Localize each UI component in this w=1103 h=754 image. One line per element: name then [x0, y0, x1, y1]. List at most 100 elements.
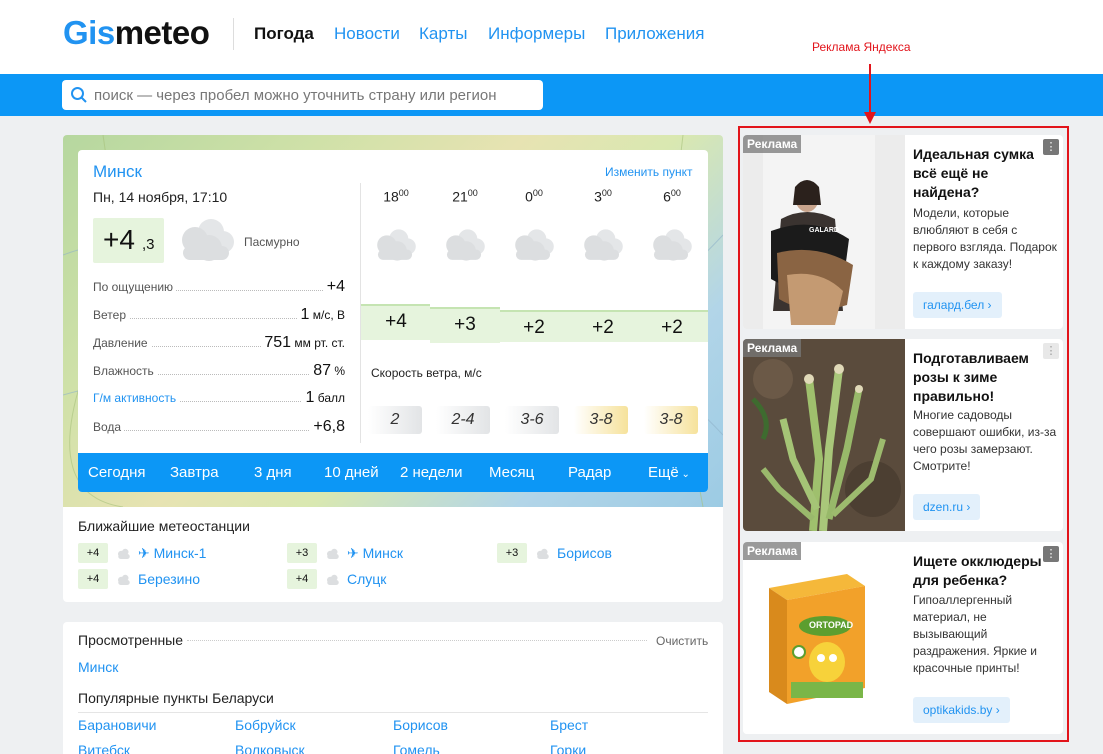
wind-value: 2 [368, 406, 422, 434]
ad-image-roses [743, 339, 905, 531]
nav-weather[interactable]: Погода [254, 24, 314, 44]
tab-month[interactable]: Месяц [489, 464, 534, 481]
param-feels-like: По ощущению +4 [93, 278, 345, 296]
param-pressure: Давление 751 мм рт. ст. [93, 334, 345, 352]
ad-description: Многие садоводы совершают ошибки, из-за … [913, 408, 1057, 473]
popular-item[interactable]: Витебск [78, 742, 130, 754]
ad-brand-text: ORTOPAD [809, 620, 854, 630]
tab-radar[interactable]: Радар [568, 464, 611, 481]
search-input[interactable]: поиск — через пробел можно уточнить стра… [62, 80, 543, 110]
popular-item[interactable]: Волковыск [235, 742, 305, 754]
cloud-icon [515, 229, 554, 261]
gismeteo-logo[interactable]: Gismeteo [63, 14, 210, 52]
param-water: Вода +6,8 [93, 418, 345, 436]
ad-link-button[interactable]: dzen.ru › [913, 494, 981, 520]
wind-value: 3-8 [574, 406, 628, 434]
cloud-icon [118, 574, 130, 585]
hour-label: 2100 [452, 188, 478, 205]
chevron-down-icon: ⌄ [678, 469, 690, 480]
cloud-icon [653, 229, 692, 261]
city-name[interactable]: Минск [93, 162, 142, 182]
hour-label: 600 [663, 188, 681, 205]
cloud-icon [537, 548, 549, 559]
popular-item[interactable]: Бобруйск [235, 717, 296, 733]
cloud-icon [446, 229, 485, 261]
viewed-item[interactable]: Минск [78, 659, 118, 675]
cloud-icon [118, 548, 130, 559]
hour-temp: +2 [661, 317, 683, 338]
popular-item[interactable]: Брест [550, 717, 588, 733]
hour-temp: +2 [523, 317, 545, 338]
hour-label: 300 [594, 188, 612, 205]
ad-card[interactable]: GALARD Реклама ⋮ Идеальная сумка всё ещё… [743, 135, 1063, 329]
search-icon [71, 87, 87, 103]
ad-card[interactable]: ORTOPAD Реклама ⋮ Ищете окклюдеры для ре… [743, 542, 1063, 734]
ad-menu-icon[interactable]: ⋮ [1043, 139, 1059, 155]
annotation-arrow-icon [864, 64, 876, 124]
ad-menu-icon[interactable]: ⋮ [1043, 343, 1059, 359]
viewed-divider [187, 640, 647, 641]
clear-viewed-button[interactable]: Очистить [656, 634, 708, 648]
cloud-icon [327, 574, 339, 585]
hour-temp: +3 [454, 314, 476, 335]
annotation-label: Реклама Яндекса [812, 40, 911, 54]
ad-brand-text: GALARD [809, 227, 839, 234]
ad-image-bag: GALARD [743, 135, 905, 329]
tab-tomorrow[interactable]: Завтра [170, 464, 219, 481]
ad-tag: Реклама [743, 542, 802, 560]
hour-label: 000 [525, 188, 543, 205]
current-temperature: +4,3 [93, 218, 164, 263]
nav-maps[interactable]: Карты [419, 24, 467, 44]
ad-card[interactable]: Реклама ⋮ Подготавливаем розы к зиме пра… [743, 339, 1063, 531]
param-wind: Ветер 1 м/с, В [93, 306, 345, 324]
nav-divider [233, 18, 234, 50]
cloud-icon [327, 548, 339, 559]
popular-divider [78, 712, 708, 713]
ad-title[interactable]: Ищете окклюдеры для ребенка? [913, 552, 1058, 590]
chevron-right-icon: › [963, 500, 971, 514]
param-humidity: Влажность 87 % [93, 362, 345, 380]
ad-link-button[interactable]: галард.бел › [913, 292, 1002, 318]
popular-item[interactable]: Гомель [393, 742, 440, 754]
hour-label: 1800 [383, 188, 409, 205]
ad-title[interactable]: Подготавливаем розы к зиме правильно! [913, 349, 1058, 406]
hour-temp: +4 [385, 311, 407, 332]
ad-link-button[interactable]: optikakids.by › [913, 697, 1010, 723]
param-geomagnetic[interactable]: Г/м активность 1 балл [93, 387, 345, 407]
overcast-cloud-icon [182, 219, 234, 261]
tab-2-weeks[interactable]: 2 недели [400, 464, 463, 481]
cloud-icon [377, 229, 416, 261]
nav-news[interactable]: Новости [334, 24, 400, 44]
forecast-tabs: Сегодня Завтра 3 дня 10 дней 2 недели Ме… [78, 453, 708, 492]
ad-description: Модели, которые влюбляют в себя с первог… [913, 206, 1057, 271]
wind-speed-label: Скорость ветра, м/с [371, 366, 482, 380]
viewed-title: Просмотренные [78, 632, 184, 648]
change-location-link[interactable]: Изменить пункт [605, 165, 692, 179]
ad-tag: Реклама [743, 135, 802, 153]
popular-item[interactable]: Барановичи [78, 717, 156, 733]
ad-image-ortopad-box: ORTOPAD [743, 542, 905, 734]
ad-description: Гипоаллергенный материал, не вызывающий … [913, 593, 1038, 675]
wind-value: 3-8 [644, 406, 698, 434]
popular-item[interactable]: Горки [550, 742, 586, 754]
tab-10-days[interactable]: 10 дней [324, 464, 379, 481]
popular-item[interactable]: Борисов [393, 717, 448, 733]
cloud-icon [584, 229, 623, 261]
chevron-right-icon: › [992, 703, 1000, 717]
current-date: Пн, 14 ноября, 17:10 [93, 189, 228, 205]
nav-informers[interactable]: Информеры [488, 24, 585, 44]
wind-value: 2-4 [436, 406, 490, 434]
wind-value: 3-6 [505, 406, 559, 434]
chevron-right-icon: › [984, 298, 992, 312]
ad-tag: Реклама [743, 339, 802, 357]
hour-temp: +2 [592, 317, 614, 338]
tab-more[interactable]: Ещё ⌄ [648, 464, 690, 481]
popular-title: Популярные пункты Беларуси [78, 690, 274, 706]
condition-text: Пасмурно [244, 235, 300, 249]
search-placeholder: поиск — через пробел можно уточнить стра… [94, 87, 497, 104]
tab-today[interactable]: Сегодня [88, 464, 146, 481]
tab-3-days[interactable]: 3 дня [254, 464, 292, 481]
ad-title[interactable]: Идеальная сумка всё ещё не найдена? [913, 145, 1058, 202]
nav-apps[interactable]: Приложения [605, 24, 704, 44]
ad-menu-icon[interactable]: ⋮ [1043, 546, 1059, 562]
